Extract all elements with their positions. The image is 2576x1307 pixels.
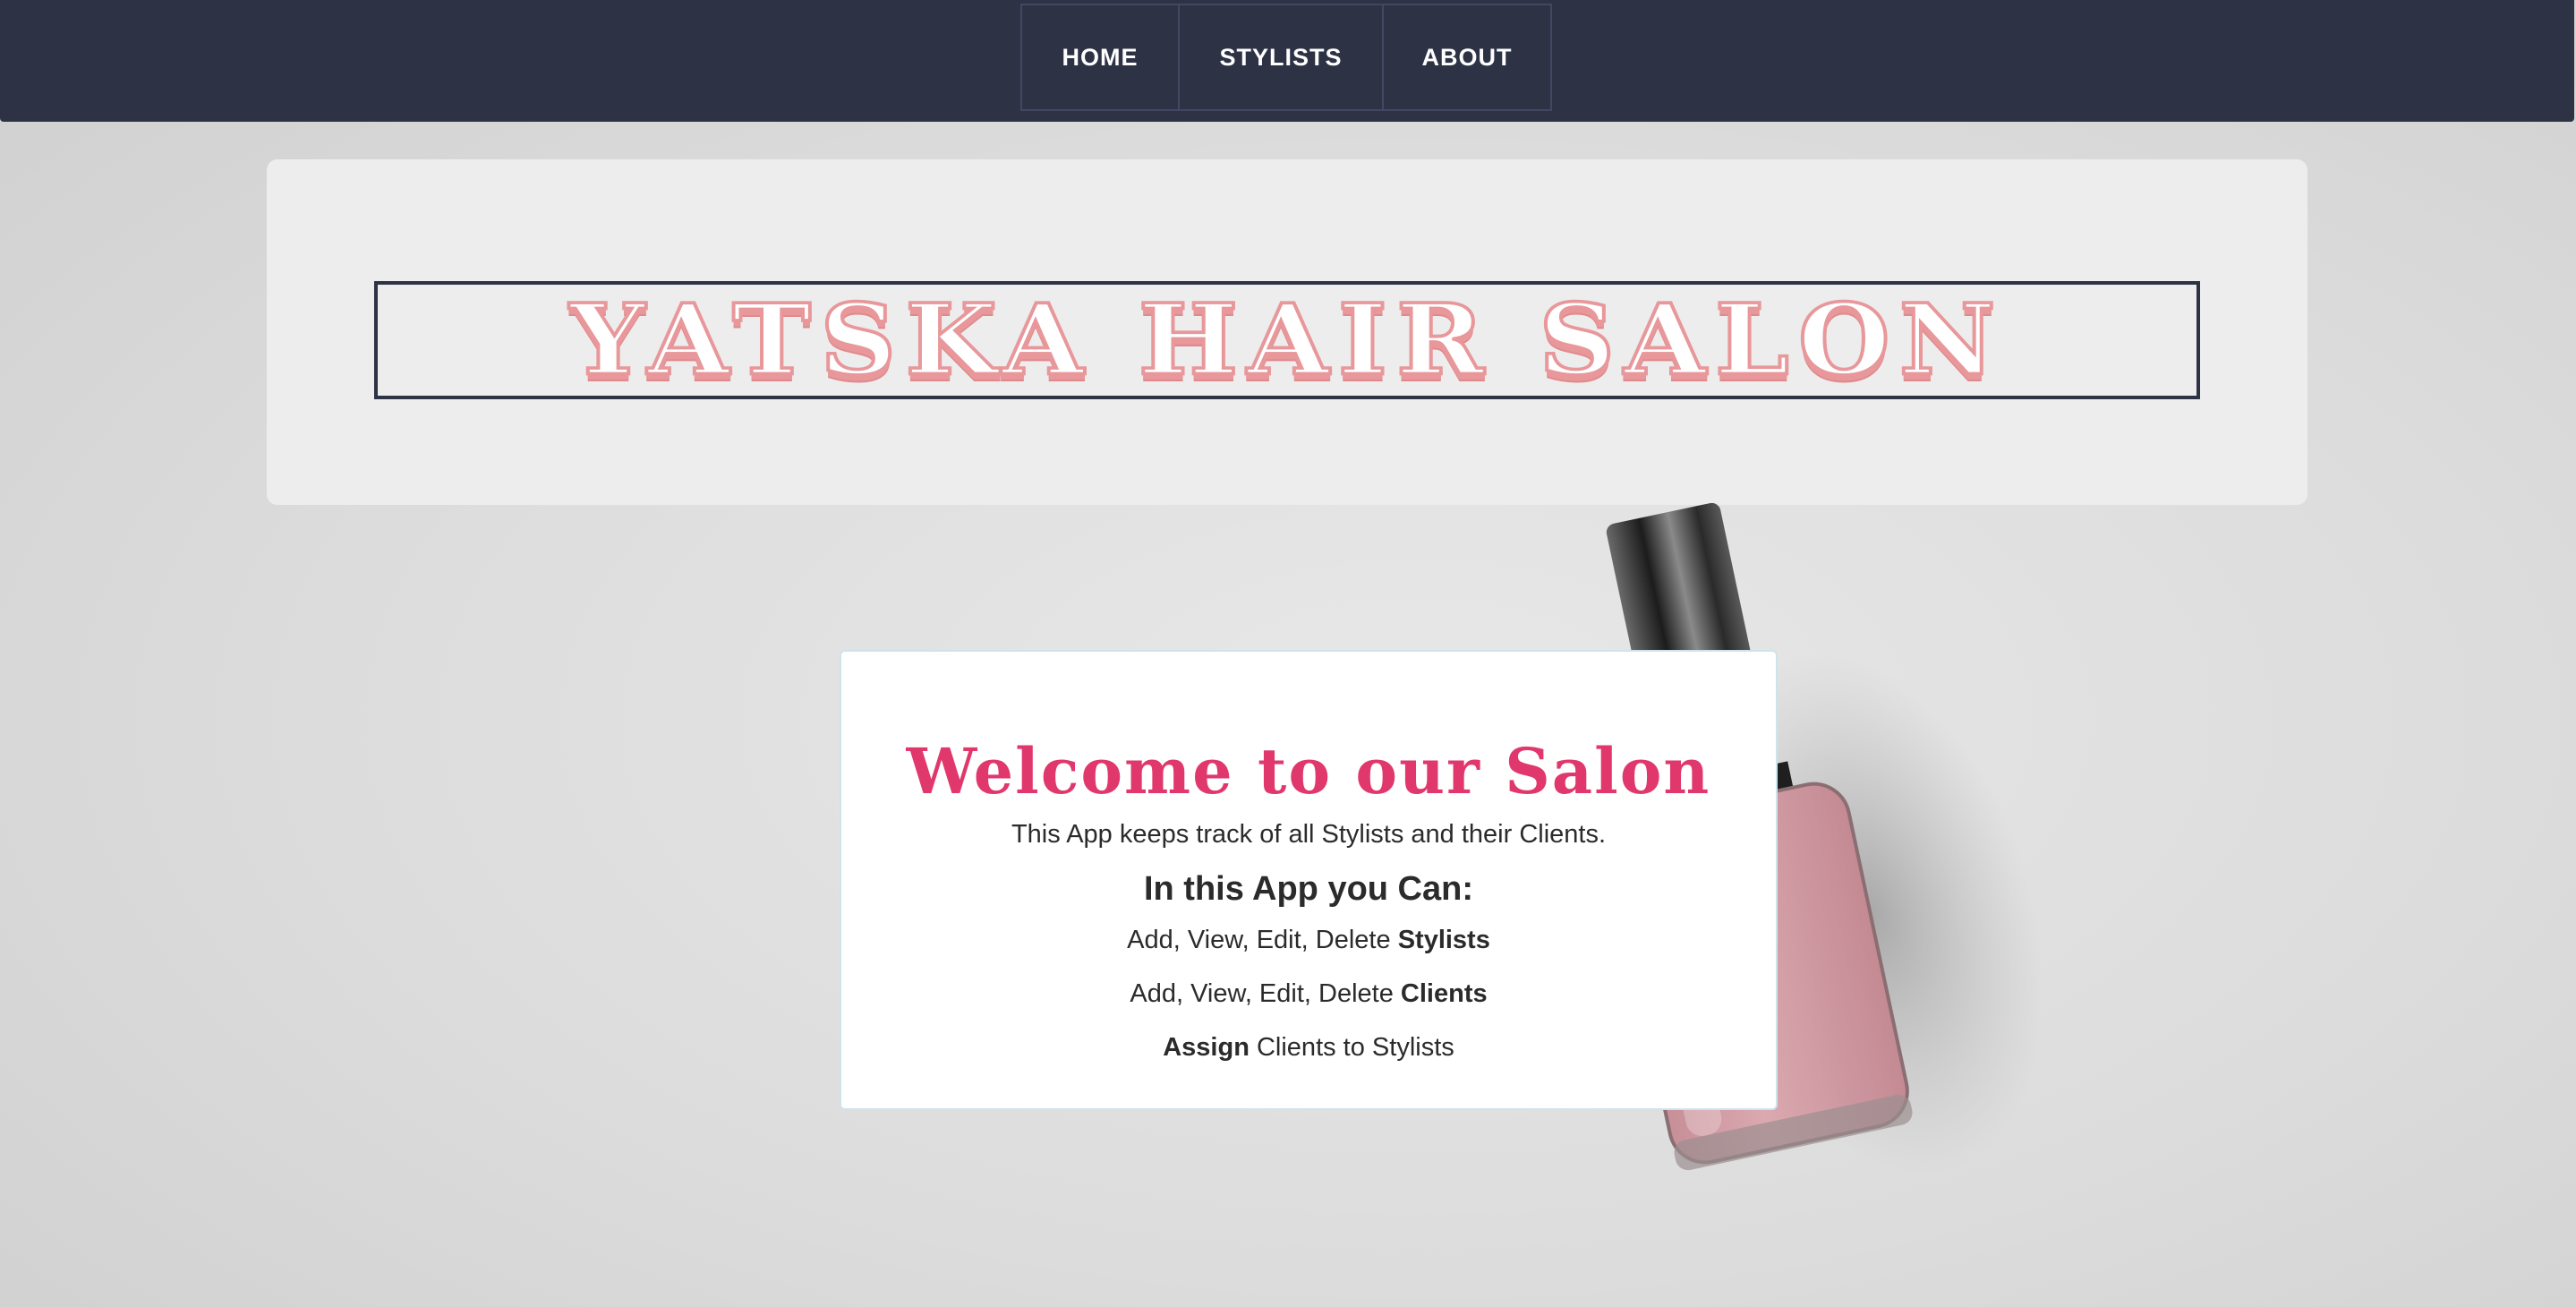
feature-emphasis: Assign — [1163, 1033, 1250, 1062]
feature-text: Add, View, Edit, Delete — [1127, 926, 1398, 954]
features-heading: In this App you Can: — [1143, 870, 1473, 908]
nav-menu: HOME STYLISTS ABOUT — [1020, 4, 1552, 113]
header-jumbotron: YATSKA HAIR SALON — [267, 159, 2307, 505]
welcome-card: Welcome to our Salon This App keeps trac… — [840, 650, 1778, 1110]
nav-about-link[interactable]: ABOUT — [1382, 4, 1552, 111]
top-navbar: HOME STYLISTS ABOUT — [0, 0, 2574, 122]
feature-assign: Assign Clients to Stylists — [841, 1033, 1776, 1063]
salon-title: YATSKA HAIR SALON — [568, 282, 2005, 397]
feature-text: Clients to Stylists — [1249, 1033, 1454, 1062]
welcome-heading: Welcome to our Salon — [906, 734, 1711, 808]
intro-text: This App keeps track of all Stylists and… — [1011, 820, 1607, 849]
feature-stylists: Add, View, Edit, Delete Stylists — [841, 926, 1776, 955]
title-frame: YATSKA HAIR SALON — [374, 281, 2200, 399]
feature-text: Add, View, Edit, Delete — [1130, 979, 1401, 1008]
feature-clients: Add, View, Edit, Delete Clients — [841, 979, 1776, 1009]
nav-stylists-link[interactable]: STYLISTS — [1178, 4, 1384, 111]
nav-home-link[interactable]: HOME — [1020, 4, 1180, 111]
feature-emphasis: Stylists — [1397, 926, 1490, 954]
feature-emphasis: Clients — [1400, 979, 1488, 1008]
